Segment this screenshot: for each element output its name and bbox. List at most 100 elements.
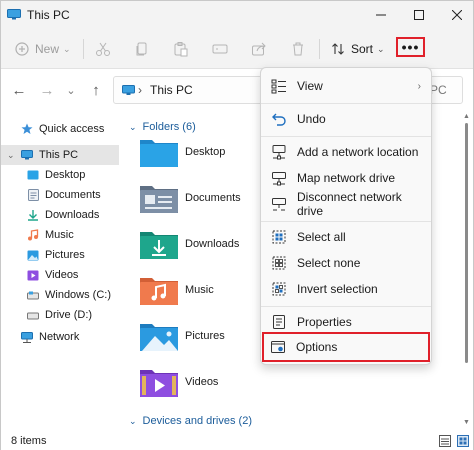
devices-group-header[interactable]: ⌄ Devices and drives (2) xyxy=(129,415,252,427)
sidebar-item-label: Downloads xyxy=(45,209,100,221)
sidebar-item-drive-d[interactable]: Drive (D:) xyxy=(1,305,119,325)
tiles-view-icon[interactable] xyxy=(457,435,469,447)
scrollbar-thumb[interactable] xyxy=(465,123,468,363)
see-more-button[interactable]: ••• xyxy=(396,37,425,57)
menu-item-view[interactable]: View › xyxy=(265,74,429,98)
desktop-folder-icon xyxy=(140,140,178,167)
copy-button[interactable] xyxy=(134,37,150,61)
folder-name: Desktop xyxy=(185,146,226,158)
scroll-down-icon[interactable]: ▼ xyxy=(463,419,470,426)
disconnect-drive-icon xyxy=(271,196,287,212)
drive-icon xyxy=(27,309,39,321)
share-button[interactable] xyxy=(251,37,267,61)
sidebar-item-network[interactable]: Network xyxy=(1,327,119,347)
status-bar: 8 items xyxy=(1,431,473,450)
menu-item-map-network-drive[interactable]: Map network drive xyxy=(265,166,429,190)
close-button[interactable] xyxy=(437,1,474,29)
rename-button[interactable] xyxy=(212,37,228,61)
sidebar-item-music[interactable]: Music xyxy=(1,225,119,245)
vertical-scrollbar[interactable]: ▲ ▼ xyxy=(463,113,471,431)
delete-button[interactable] xyxy=(290,37,306,61)
videos-icon xyxy=(27,269,39,281)
forward-button[interactable]: → xyxy=(37,80,57,100)
command-bar: New ⌄ Sort ⌄ ••• xyxy=(1,29,473,69)
sidebar-item-this-pc[interactable]: ⌄ This PC xyxy=(1,145,119,165)
paste-icon xyxy=(174,42,188,57)
menu-separator xyxy=(261,221,431,222)
menu-item-properties[interactable]: Properties xyxy=(265,310,429,334)
chevron-down-icon: ⌄ xyxy=(129,121,137,132)
chevron-right-icon: › xyxy=(417,80,421,92)
star-icon xyxy=(21,123,33,135)
menu-item-undo[interactable]: Undo xyxy=(265,107,429,131)
sidebar-item-label: Videos xyxy=(45,269,79,281)
file-explorer-window: This PC New ⌄ Sort ⌄ ••• ← → ⌄ ↑ › This … xyxy=(0,0,474,450)
arrow-left-icon: ← xyxy=(11,81,27,99)
select-all-icon xyxy=(271,229,287,245)
sidebar-item-pictures[interactable]: Pictures xyxy=(1,245,119,265)
arrow-right-icon: → xyxy=(39,81,55,99)
maximize-icon xyxy=(414,10,424,20)
drive-icon xyxy=(27,289,39,301)
window-title: This PC xyxy=(27,8,70,22)
properties-icon xyxy=(271,314,287,330)
menu-separator xyxy=(261,136,431,137)
this-pc-icon xyxy=(122,85,135,95)
menu-item-label: Invert selection xyxy=(297,282,378,296)
folder-name: Downloads xyxy=(185,238,240,250)
view-icon xyxy=(271,78,287,94)
paste-button[interactable] xyxy=(173,37,189,61)
menu-item-disconnect-network-drive[interactable]: Disconnect network drive xyxy=(265,190,429,218)
minimize-icon xyxy=(376,14,386,16)
undo-icon xyxy=(271,111,287,127)
more-options-icon: ••• xyxy=(401,39,420,55)
chevron-down-icon: ⌄ xyxy=(7,149,15,160)
menu-item-select-all[interactable]: Select all xyxy=(265,225,429,249)
new-icon xyxy=(15,42,29,56)
folder-videos[interactable]: Videos xyxy=(139,361,319,403)
music-folder-icon xyxy=(140,278,178,305)
sidebar-item-label: Desktop xyxy=(45,169,86,181)
documents-icon xyxy=(27,189,39,201)
maximize-button[interactable] xyxy=(399,1,439,29)
recent-locations-button[interactable]: ⌄ xyxy=(61,80,81,100)
minimize-button[interactable] xyxy=(361,1,401,29)
sidebar-item-videos[interactable]: Videos xyxy=(1,265,119,285)
delete-icon xyxy=(293,42,303,56)
scroll-up-icon[interactable]: ▲ xyxy=(463,113,470,120)
sidebar-item-label: Documents xyxy=(45,189,101,201)
downloads-icon xyxy=(27,209,39,221)
sidebar-item-downloads[interactable]: Downloads xyxy=(1,205,119,225)
sidebar-item-desktop[interactable]: Desktop xyxy=(1,165,119,185)
cut-button[interactable] xyxy=(95,37,111,61)
sidebar-item-windows-c[interactable]: Windows (C:) xyxy=(1,285,119,305)
menu-item-select-none[interactable]: Select none xyxy=(265,251,429,275)
menu-item-label: Options xyxy=(296,340,338,354)
toolbar-divider xyxy=(319,39,320,59)
options-icon xyxy=(270,339,286,355)
folder-name: Videos xyxy=(185,376,219,388)
up-button[interactable]: ↑ xyxy=(86,80,106,100)
menu-item-add-network-location[interactable]: Add a network location xyxy=(265,140,429,164)
menu-item-label: Properties xyxy=(297,315,352,329)
menu-item-invert-selection[interactable]: Invert selection xyxy=(265,277,429,301)
details-view-icon[interactable] xyxy=(439,435,451,447)
menu-separator xyxy=(261,306,431,307)
menu-item-label: Undo xyxy=(297,112,326,126)
chevron-down-icon: ⌄ xyxy=(63,43,71,54)
title-bar: This PC xyxy=(1,1,473,29)
new-button-label: New xyxy=(35,42,60,56)
sort-button[interactable]: Sort ⌄ xyxy=(331,37,385,61)
menu-item-label: View xyxy=(297,79,323,93)
sidebar-item-documents[interactable]: Documents xyxy=(1,185,119,205)
cut-icon xyxy=(96,42,110,56)
pictures-icon xyxy=(27,249,39,261)
map-drive-icon xyxy=(271,170,287,186)
network-icon xyxy=(21,331,33,343)
menu-item-options[interactable]: Options xyxy=(262,332,430,362)
back-button[interactable]: ← xyxy=(9,80,29,100)
sidebar-item-quick-access[interactable]: Quick access xyxy=(1,119,119,139)
pc-icon xyxy=(21,149,33,161)
new-button[interactable]: New ⌄ xyxy=(15,37,71,61)
breadcrumb[interactable]: This PC xyxy=(150,83,193,97)
